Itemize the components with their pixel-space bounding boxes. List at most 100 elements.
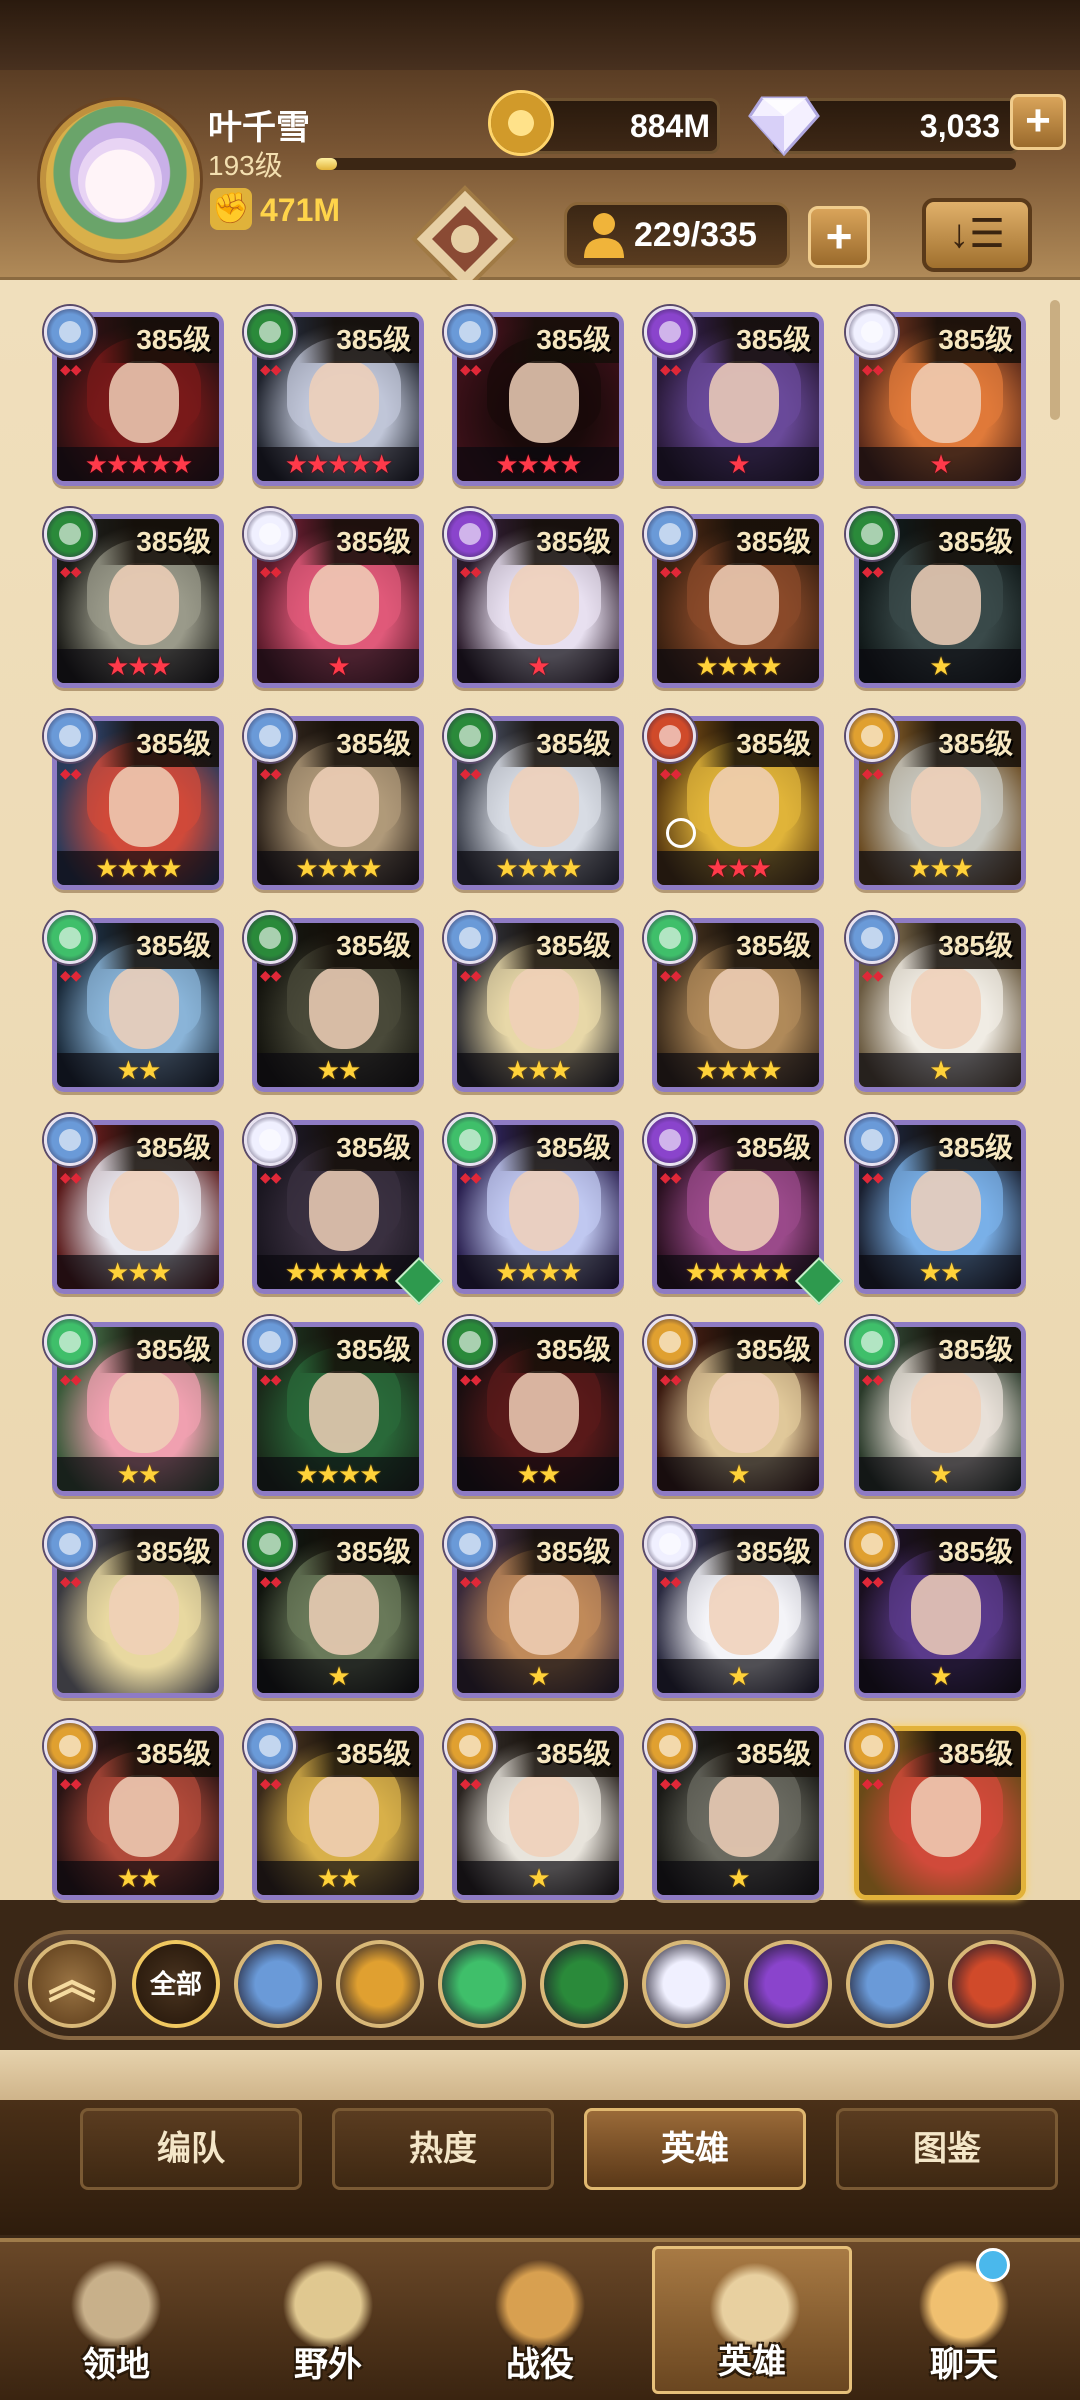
nav-label: 野外 (294, 2346, 362, 2384)
hero-face (109, 967, 179, 1049)
rank-diamond-icon: ◆◆ (660, 563, 682, 579)
hero-stars: ★★★★ (257, 1457, 419, 1491)
nav-label: 英雄 (718, 2343, 786, 2381)
nav-label: 聊天 (930, 2346, 998, 2384)
graveborn-filter-icon[interactable] (540, 1940, 628, 2028)
hero-stars: ★ (859, 649, 1021, 683)
hero-level: 385级 (299, 1327, 419, 1373)
lightbearer-faction-icon (644, 508, 696, 560)
wilder-filter-icon[interactable] (438, 1940, 526, 2028)
hero-face (109, 563, 179, 645)
hero-level: 385级 (99, 1125, 219, 1171)
hero-stars: ★★ (257, 1861, 419, 1895)
rank-diamond-icon: ◆◆ (460, 765, 482, 781)
hero-stars: ★★ (859, 1255, 1021, 1289)
nav-helmet[interactable]: 英雄 (652, 2246, 852, 2394)
tab-0[interactable]: 编队 (80, 2108, 302, 2190)
gold-value: 884M (629, 108, 710, 144)
status-band (0, 0, 1080, 75)
diamond-icon (748, 96, 820, 157)
hero-face (509, 563, 579, 645)
hero-face (109, 361, 179, 443)
dimensional-filter-icon[interactable] (948, 1940, 1036, 2028)
hero-stars: ★ (257, 1659, 419, 1693)
hero-face (709, 967, 779, 1049)
xp-bar (316, 158, 1016, 170)
add-capacity-button[interactable]: + (808, 206, 870, 268)
lightbearer-filter-icon[interactable] (846, 1940, 934, 2028)
hero-stars: ★ (457, 1861, 619, 1895)
celestial-filter-icon[interactable] (642, 1940, 730, 2028)
hero-face (709, 765, 779, 847)
lightbearer-faction-icon (244, 1720, 296, 1772)
mauler-faction-icon (846, 1518, 898, 1570)
lightbearer-faction-icon (444, 306, 496, 358)
rank-diamond-icon: ◆◆ (60, 1169, 82, 1185)
rank-diamond-icon: ◆◆ (460, 967, 482, 983)
hero-face (109, 1775, 179, 1857)
xp-bar-fill (316, 158, 337, 170)
nav-map-scroll[interactable]: 野外 (228, 2246, 428, 2394)
hero-face (109, 765, 179, 847)
tab-2[interactable]: 英雄 (584, 2108, 806, 2190)
lightbearer-faction-icon (44, 710, 96, 762)
graveborn-faction-icon (244, 306, 296, 358)
hero-stars: ★★★★ (257, 851, 419, 885)
sort-button[interactable]: ↓☰ (922, 198, 1032, 272)
rank-diamond-icon: ◆◆ (60, 361, 82, 377)
celestial-faction-icon (644, 1518, 696, 1570)
nav-castle[interactable]: 领地 (16, 2246, 216, 2394)
hero-stars: ★★★★ (57, 851, 219, 885)
hero-level: 385级 (901, 721, 1021, 767)
hero-face (709, 1573, 779, 1655)
hero-stars: ★ (457, 649, 619, 683)
add-gems-button[interactable]: + (1010, 94, 1066, 150)
nav-sword-shield[interactable]: 战役 (440, 2246, 640, 2394)
chevron-up-icon[interactable]: ︽ (28, 1940, 116, 2028)
rank-diamond-icon: ◆◆ (660, 1169, 682, 1185)
hero-level: 385级 (699, 923, 819, 969)
lightbearer-filter-icon[interactable] (234, 1940, 322, 2028)
hero-level: 385级 (901, 519, 1021, 565)
sword-shield-icon (490, 2252, 590, 2348)
hero-level: 385级 (99, 1327, 219, 1373)
mauler-faction-icon (644, 1316, 696, 1368)
tab-1[interactable]: 热度 (332, 2108, 554, 2190)
tab-3[interactable]: 图鉴 (836, 2108, 1058, 2190)
mauler-filter-icon[interactable] (336, 1940, 424, 2028)
rank-diamond-icon: ◆◆ (862, 1371, 884, 1387)
filter-all-button[interactable]: 全部 (132, 1940, 220, 2028)
rank-diamond-icon: ◆◆ (460, 1371, 482, 1387)
rank-diamond-icon: ◆◆ (660, 1371, 682, 1387)
hero-level: 385级 (499, 1327, 619, 1373)
hero-face (911, 1371, 981, 1453)
hero-stars: ★★★★ (657, 649, 819, 683)
guild-emblem-icon[interactable] (410, 184, 520, 294)
castle-icon (66, 2252, 166, 2348)
rank-diamond-icon: ◆◆ (60, 563, 82, 579)
hypogean-faction-icon (644, 1114, 696, 1166)
hero-level: 385级 (699, 1731, 819, 1777)
graveborn-faction-icon (846, 508, 898, 560)
rank-diamond-icon: ◆◆ (60, 765, 82, 781)
hypogean-filter-icon[interactable] (744, 1940, 832, 2028)
nav-chat-avatar[interactable]: 聊天 (864, 2246, 1064, 2394)
hero-stars: ★★★ (457, 1053, 619, 1087)
rank-diamond-icon: ◆◆ (862, 1775, 884, 1791)
hero-face (709, 1371, 779, 1453)
hero-face (509, 1573, 579, 1655)
rank-diamond-icon: ◆◆ (862, 563, 884, 579)
lightbearer-faction-icon (846, 1114, 898, 1166)
hero-face (309, 361, 379, 443)
hero-level: 385级 (499, 1731, 619, 1777)
rank-diamond-icon: ◆◆ (660, 1775, 682, 1791)
grid-scrollbar[interactable] (1050, 300, 1060, 420)
rank-diamond-icon: ◆◆ (862, 1573, 884, 1589)
hero-level: 385级 (499, 1529, 619, 1575)
decorative-strip (0, 2050, 1080, 2100)
hero-stars: ★★★ (57, 649, 219, 683)
wilder-faction-icon (644, 912, 696, 964)
graveborn-faction-icon (444, 1316, 496, 1368)
notification-dot (976, 2248, 1010, 2282)
hero-face (911, 563, 981, 645)
